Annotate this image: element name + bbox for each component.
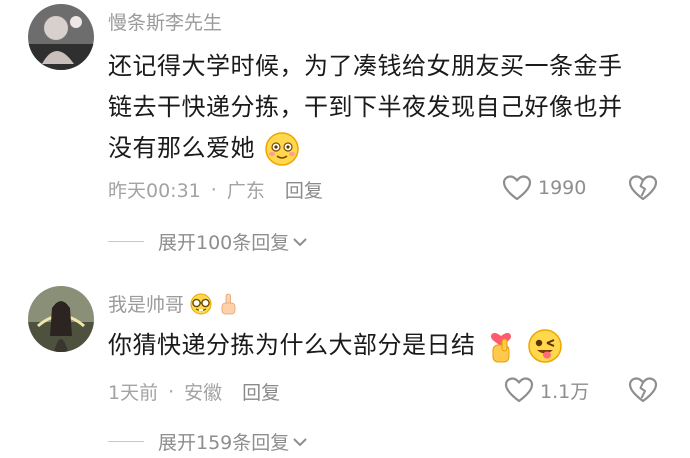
avatar[interactable] [28,4,94,70]
expand-replies-button[interactable]: 展开100条回复 [108,228,309,255]
comment-line: 链去干快递分拣，干到下半夜发现自己好像也并 [108,93,623,121]
dislike-button[interactable] [628,174,658,206]
timestamp: 昨天00:31 [108,180,201,202]
expand-replies-label: 展开100条回复 [158,232,290,254]
like-count: 1990 [538,177,587,199]
comment-meta: 1天前 · 安徽 回复 [108,378,280,405]
reply-button[interactable]: 回复 [242,378,280,405]
separator-dot: · [210,178,217,201]
comment-line-last: 你猜快递分拣为什么大部分是日结 [108,325,668,366]
like-count: 1.1万 [540,380,590,403]
nerd-emoji [190,293,212,314]
comment-line-last: 没有那么爱她 [108,128,668,169]
divider-line [108,441,144,442]
timestamp: 1天前 [108,382,159,404]
avatar[interactable] [28,286,94,352]
like-button[interactable]: 1990 [502,174,586,202]
comment-line: 还记得大学时候，为了凑钱给女朋友买一条金手 [108,52,623,80]
dislike-button[interactable] [628,376,658,408]
username-text: 我是帅哥 [108,294,185,316]
location: 安徽 [184,382,223,404]
location: 广东 [226,180,265,202]
like-button[interactable]: 1.1万 [504,376,589,404]
comment-line-text: 你猜快递分拣为什么大部分是日结 [108,331,476,359]
separator-dot: · [168,380,175,403]
finger-heart-emoji [490,332,511,363]
chevron-down-icon [293,237,307,246]
comment-meta: 昨天00:31 · 广东 回复 [108,176,323,203]
expand-replies-button[interactable]: 展开159条回复 [108,428,309,455]
avatar-photo [28,286,94,352]
smiley-emoji [265,132,299,166]
username[interactable]: 慢条斯李先生 [108,8,222,35]
comment-text: 还记得大学时候，为了凑钱给女朋友买一条金手 链去干快递分拣，干到下半夜发现自己好… [108,46,668,169]
winking-tongue-emoji [528,329,562,363]
reply-button[interactable]: 回复 [285,176,323,203]
dislike-heart-icon [628,175,658,201]
dislike-heart-icon [628,377,658,403]
heart-icon [504,377,534,403]
comment-line-text: 没有那么爱她 [108,134,255,162]
comment-text: 你猜快递分拣为什么大部分是日结 [108,325,668,366]
pointing-finger-emoji [221,293,236,314]
username-text: 慢条斯李先生 [108,12,223,34]
expand-replies-label: 展开159条回复 [158,432,290,454]
divider-line [108,241,144,242]
username[interactable]: 我是帅哥 [108,290,238,317]
avatar-photo [28,4,94,70]
chevron-down-icon [293,437,307,446]
heart-icon [502,175,532,201]
